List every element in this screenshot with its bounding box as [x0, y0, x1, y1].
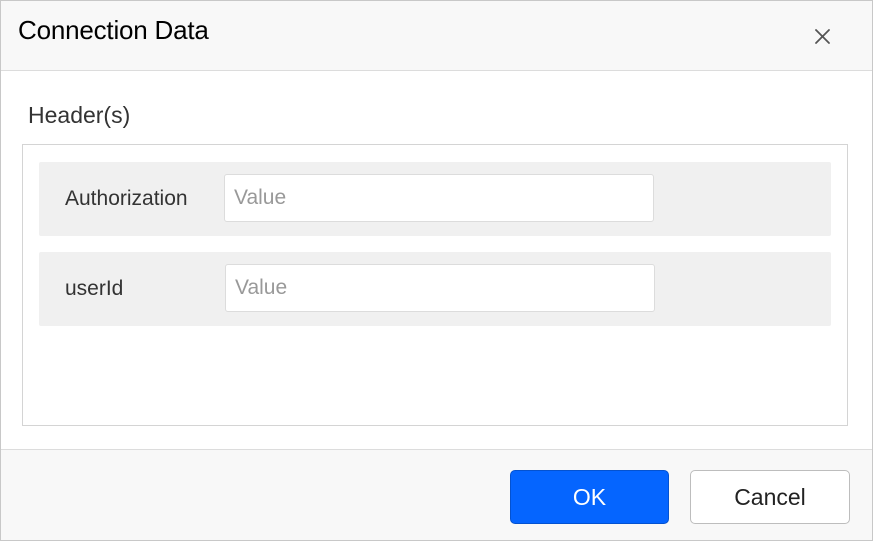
userid-value-input[interactable]	[225, 264, 655, 312]
close-icon	[815, 29, 830, 44]
dialog-title: Connection Data	[18, 15, 209, 45]
header-name-label: userId	[65, 277, 124, 300]
ok-button[interactable]: OK	[510, 470, 669, 524]
close-button[interactable]	[805, 19, 839, 53]
headers-list: Authorization userId	[22, 144, 848, 426]
authorization-value-input[interactable]	[224, 174, 654, 222]
header-row-authorization: Authorization	[39, 162, 831, 236]
headers-section-label: Header(s)	[28, 102, 131, 128]
dialog-footer: OK Cancel	[1, 449, 872, 540]
dialog-header: Connection Data	[1, 1, 872, 71]
cancel-button[interactable]: Cancel	[690, 470, 850, 524]
header-row-userid: userId	[39, 252, 831, 326]
header-name-label: Authorization	[65, 187, 188, 210]
connection-data-dialog: Connection Data Header(s) Authorization …	[0, 0, 873, 541]
